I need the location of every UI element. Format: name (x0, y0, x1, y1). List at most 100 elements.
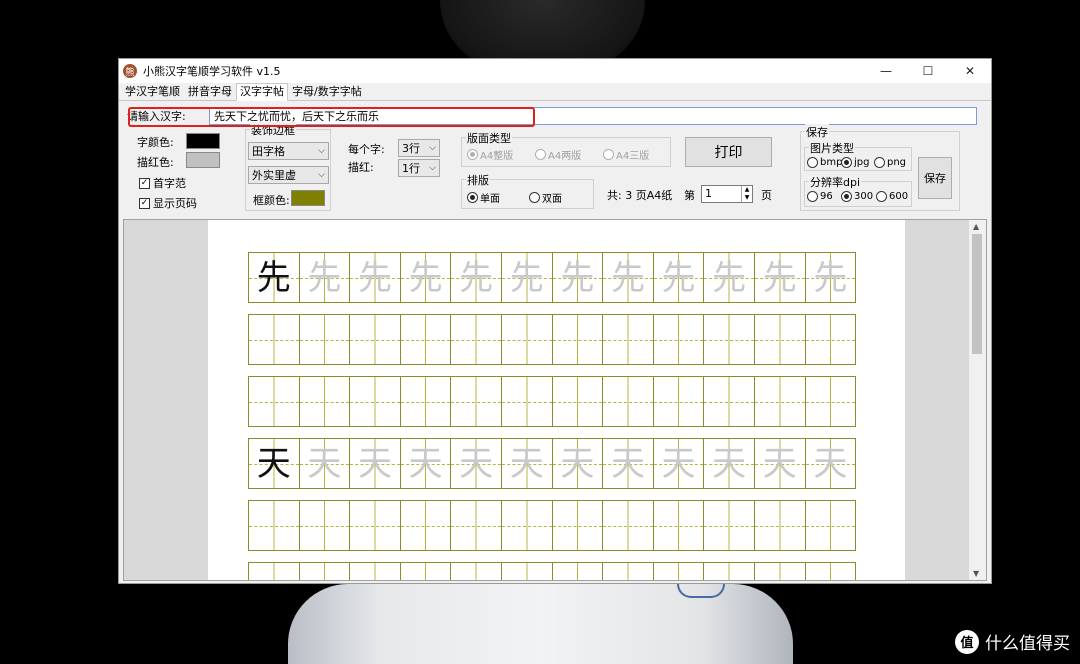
print-button[interactable]: 打印 (685, 137, 772, 167)
page-label: 第 (684, 189, 695, 202)
grid-cell (500, 314, 553, 365)
grid-cell: 天 (551, 438, 604, 489)
trace-character: 天 (560, 444, 595, 484)
grid-cell (450, 562, 502, 580)
frame-color-swatch[interactable] (291, 190, 325, 206)
practice-row (248, 500, 857, 551)
layout-type-title: 版面类型 (466, 130, 512, 146)
spin-up-icon[interactable]: ▲ (742, 186, 752, 194)
tab-stroke-order[interactable]: 学汉字笔顺 (121, 83, 184, 100)
grid-cell: 先 (804, 252, 857, 303)
grid-cell: 天 (349, 438, 401, 489)
trace-character: 先 (509, 258, 544, 298)
per-char-value: 3行 (402, 142, 420, 155)
grid-cell (753, 314, 806, 365)
trace-character: 先 (459, 258, 494, 298)
trace-character: 天 (813, 444, 848, 484)
practice-row: 天天天天天天天天天天天天 (248, 438, 857, 489)
chevron-down-icon: ⌵ (318, 170, 325, 180)
image-type-jpg-label: jpg (854, 157, 870, 168)
dpi-96-radio[interactable]: 96 (807, 191, 833, 202)
trace-character: 先 (610, 258, 645, 298)
grid-cell: 先 (551, 252, 604, 303)
watermark-logo-icon: 值 (955, 629, 979, 654)
grid-cell (399, 500, 452, 551)
tab-pinyin[interactable]: 拼音字母 (184, 83, 236, 100)
grid-cell (753, 376, 806, 427)
minimize-button[interactable]: — (865, 59, 907, 83)
grid-cell (500, 500, 553, 551)
trace-character: 天 (661, 444, 696, 484)
char-color-swatch[interactable] (186, 133, 220, 149)
grid-cell (703, 500, 755, 551)
scroll-down-icon[interactable]: ▼ (973, 569, 979, 578)
spin-down-icon[interactable]: ▼ (742, 194, 752, 202)
copybook-preview[interactable]: 先先先先先先先先先先先先天天天天天天天天天天天天 ▲ ▼ (123, 219, 987, 581)
radio-dot-icon (874, 157, 885, 168)
layout-a4-three-radio[interactable]: A4三版 (603, 147, 649, 162)
trace-color-swatch[interactable] (186, 152, 220, 168)
image-type-bmp-label: bmp (820, 157, 843, 168)
image-type-png-radio[interactable]: png (874, 157, 906, 168)
dpi-300-radio[interactable]: 300 (841, 191, 873, 202)
image-type-jpg-radio[interactable]: jpg (841, 157, 869, 168)
trace-color-label: 描红色: (137, 156, 174, 169)
window-title: 小熊汉字笔顺学习软件 v1.5 (143, 65, 281, 78)
char-color-label: 字颜色: (137, 136, 174, 149)
trace-character: 先 (661, 258, 696, 298)
maximize-button[interactable]: ☐ (907, 59, 949, 83)
dpi-600-label: 600 (889, 191, 909, 202)
scrollbar-thumb[interactable] (972, 234, 982, 354)
practice-row (248, 314, 857, 365)
tab-letter-number-copybook[interactable]: 字母/数字字帖 (288, 83, 366, 100)
layout-a4-full-radio[interactable]: A4整版 (467, 147, 513, 162)
grid-cell (804, 314, 857, 365)
per-char-select[interactable]: 3行 ⌵ (398, 139, 440, 157)
grid-cell (652, 500, 705, 551)
grid-cell (602, 314, 654, 365)
trace-rows-value: 1行 (402, 162, 420, 175)
grid-cell: 天 (753, 438, 806, 489)
grid-cell (652, 376, 705, 427)
grid-cell (652, 562, 705, 580)
line-style-value: 外实里虚 (252, 169, 296, 182)
line-style-select[interactable]: 外实里虚 ⌵ (248, 166, 329, 184)
show-first-checkbox[interactable]: ✓ 首字范 (139, 175, 186, 191)
scroll-up-icon[interactable]: ▲ (973, 222, 979, 231)
grid-cell (602, 500, 654, 551)
show-page-number-checkbox[interactable]: ✓ 显示页码 (139, 195, 197, 211)
page-spinner[interactable]: 1 ▲ ▼ (701, 185, 753, 203)
grid-cell (551, 314, 604, 365)
grid-cell: 先 (703, 252, 755, 303)
grid-cell (298, 376, 351, 427)
grid-type-select[interactable]: 田字格 ⌵ (248, 142, 329, 160)
layout-a4-two-radio[interactable]: A4两版 (535, 147, 581, 162)
trace-character: 天 (509, 444, 544, 484)
tab-hanzi-copybook[interactable]: 汉字字帖 (236, 83, 288, 101)
grid-cell: 天 (804, 438, 857, 489)
save-button[interactable]: 保存 (918, 157, 952, 199)
dpi-600-radio[interactable]: 600 (876, 191, 908, 202)
grid-cell (753, 562, 806, 580)
radio-dot-icon (841, 157, 852, 168)
radio-dot-icon (529, 192, 540, 203)
grid-cell (703, 314, 755, 365)
model-character: 先 (256, 258, 291, 298)
title-bar[interactable]: 熊 小熊汉字笔顺学习软件 v1.5 — ☐ ✕ (119, 59, 991, 83)
double-side-radio[interactable]: 双面 (529, 190, 562, 205)
radio-dot-icon (603, 149, 614, 160)
save-title: 保存 (805, 124, 829, 140)
vertical-scrollbar[interactable]: ▲ ▼ (969, 220, 986, 580)
grid-cell (399, 376, 452, 427)
single-side-radio[interactable]: 单面 (467, 190, 500, 205)
radio-dot-icon (841, 191, 852, 202)
grid-cell: 先 (298, 252, 351, 303)
close-button[interactable]: ✕ (949, 59, 991, 83)
trace-rows-select[interactable]: 1行 ⌵ (398, 159, 440, 177)
image-type-bmp-radio[interactable]: bmp (807, 157, 842, 168)
background-collar (677, 584, 725, 598)
radio-dot-icon (876, 191, 887, 202)
radio-dot-icon (807, 157, 818, 168)
grid-cell (298, 562, 351, 580)
grid-cell: 先 (652, 252, 705, 303)
